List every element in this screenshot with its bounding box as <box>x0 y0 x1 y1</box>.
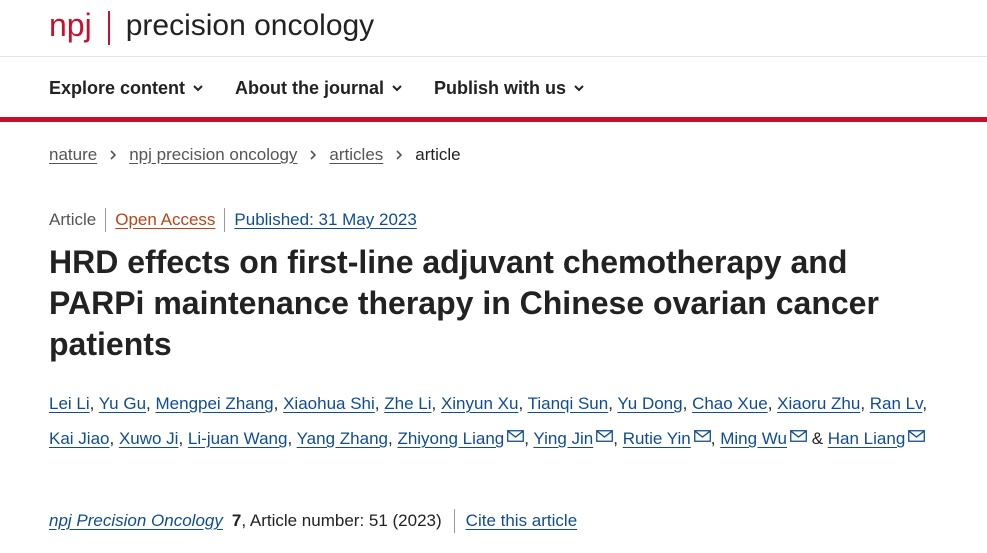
nav-explore-content[interactable]: Explore content <box>49 78 204 99</box>
breadcrumb-item-nature[interactable]: nature <box>49 145 97 165</box>
citation-article-info: , Article number: 51 (2023) <box>241 511 442 530</box>
author-separator: , <box>89 394 99 413</box>
author-separator: , <box>109 429 119 448</box>
nav-item-label: Publish with us <box>434 77 567 98</box>
breadcrumb: nature npj precision oncology articles a… <box>49 145 461 165</box>
article-type: Article <box>49 210 97 229</box>
logo-divider <box>107 11 110 45</box>
author-separator: , <box>518 394 528 413</box>
citation-line: npj Precision Oncology 7 , Article numbe… <box>49 509 577 533</box>
chevron-down-icon <box>574 85 584 92</box>
brand-accent-bar <box>0 117 987 122</box>
author-separator: , <box>287 429 297 448</box>
author-link[interactable]: Yu Gu <box>99 394 146 413</box>
email-icon[interactable] <box>693 430 711 442</box>
nav-publish-with-us[interactable]: Publish with us <box>434 78 585 99</box>
author-link[interactable]: Yu Dong <box>617 394 682 413</box>
email-icon[interactable] <box>596 430 614 442</box>
author-link[interactable]: Zhe Li <box>384 394 431 413</box>
author-separator: , <box>767 394 778 413</box>
author-separator: , <box>374 394 385 413</box>
author-link[interactable]: Han Liang <box>828 429 906 448</box>
author-separator: , <box>860 394 870 413</box>
author-separator: , <box>273 394 284 413</box>
author-link[interactable]: Xuwo Ji <box>119 429 179 448</box>
author-link[interactable]: Tianqi Sun <box>528 394 609 413</box>
author-separator: , <box>613 429 623 448</box>
author-list: Lei Li, Yu Gu, Mengpei Zhang, Xiaohua Sh… <box>49 386 939 456</box>
journal-name[interactable]: precision oncology <box>126 11 374 41</box>
author-separator: & <box>806 429 828 448</box>
main-nav: Explore content About the journal Publis… <box>49 64 616 112</box>
author-separator: , <box>146 394 156 413</box>
citation-divider <box>453 509 455 533</box>
author-separator: , <box>682 394 693 413</box>
nav-item-label: Explore content <box>49 77 186 98</box>
author-link[interactable]: Ran Lv <box>870 394 923 413</box>
breadcrumb-item-journal[interactable]: npj precision oncology <box>129 145 297 165</box>
citation-journal-link[interactable]: npj Precision Oncology <box>49 511 223 531</box>
author-link[interactable]: Xinyun Xu <box>441 394 519 413</box>
author-link[interactable]: Chao Xue <box>692 394 768 413</box>
author-link[interactable]: Mengpei Zhang <box>156 394 274 413</box>
breadcrumb-item-articles[interactable]: articles <box>329 145 383 165</box>
author-link[interactable]: Kai Jiao <box>49 429 109 448</box>
author-separator: , <box>178 429 188 448</box>
author-link[interactable]: Ming Wu <box>720 429 787 448</box>
chevron-down-icon <box>392 85 402 92</box>
published-date-link[interactable]: Published: 31 May 2023 <box>234 210 416 230</box>
chevron-right-icon <box>110 150 117 160</box>
author-link[interactable]: Zhiyong Liang <box>397 429 504 448</box>
article-title: HRD effects on first-line adjuvant chemo… <box>49 244 879 362</box>
author-link[interactable]: Lei Li <box>49 394 90 413</box>
author-link[interactable]: Yang Zhang <box>297 429 388 448</box>
author-separator: , <box>710 429 721 448</box>
meta-divider <box>105 208 107 232</box>
author-link[interactable]: Xiaoru Zhu <box>777 394 860 413</box>
site-header-brand[interactable]: npj precision oncology <box>49 0 374 56</box>
author-link[interactable]: Li-juan Wang <box>188 429 288 448</box>
email-icon[interactable] <box>507 430 525 442</box>
nav-about-journal[interactable]: About the journal <box>235 78 403 99</box>
email-icon[interactable] <box>790 430 807 442</box>
chevron-down-icon <box>193 85 203 92</box>
email-icon[interactable] <box>908 430 926 442</box>
author-separator: , <box>431 394 441 413</box>
breadcrumb-current: article <box>415 145 461 164</box>
header-divider <box>0 56 987 57</box>
cite-this-article-link[interactable]: Cite this article <box>466 511 577 531</box>
chevron-right-icon <box>310 150 317 160</box>
citation-volume: 7 <box>231 511 242 530</box>
meta-divider <box>224 208 226 232</box>
npj-logo[interactable]: npj <box>49 9 92 41</box>
author-separator: , <box>922 394 928 413</box>
article-meta: Article Open Access Published: 31 May 20… <box>49 208 417 232</box>
author-link[interactable]: Xiaohua Shi <box>283 394 375 413</box>
nav-item-label: About the journal <box>235 77 385 98</box>
open-access-link[interactable]: Open Access <box>115 210 215 230</box>
author-separator: , <box>608 394 618 413</box>
author-link[interactable]: Rutie Yin <box>623 429 691 448</box>
chevron-right-icon <box>396 150 403 160</box>
author-link[interactable]: Ying Jin <box>533 429 593 448</box>
